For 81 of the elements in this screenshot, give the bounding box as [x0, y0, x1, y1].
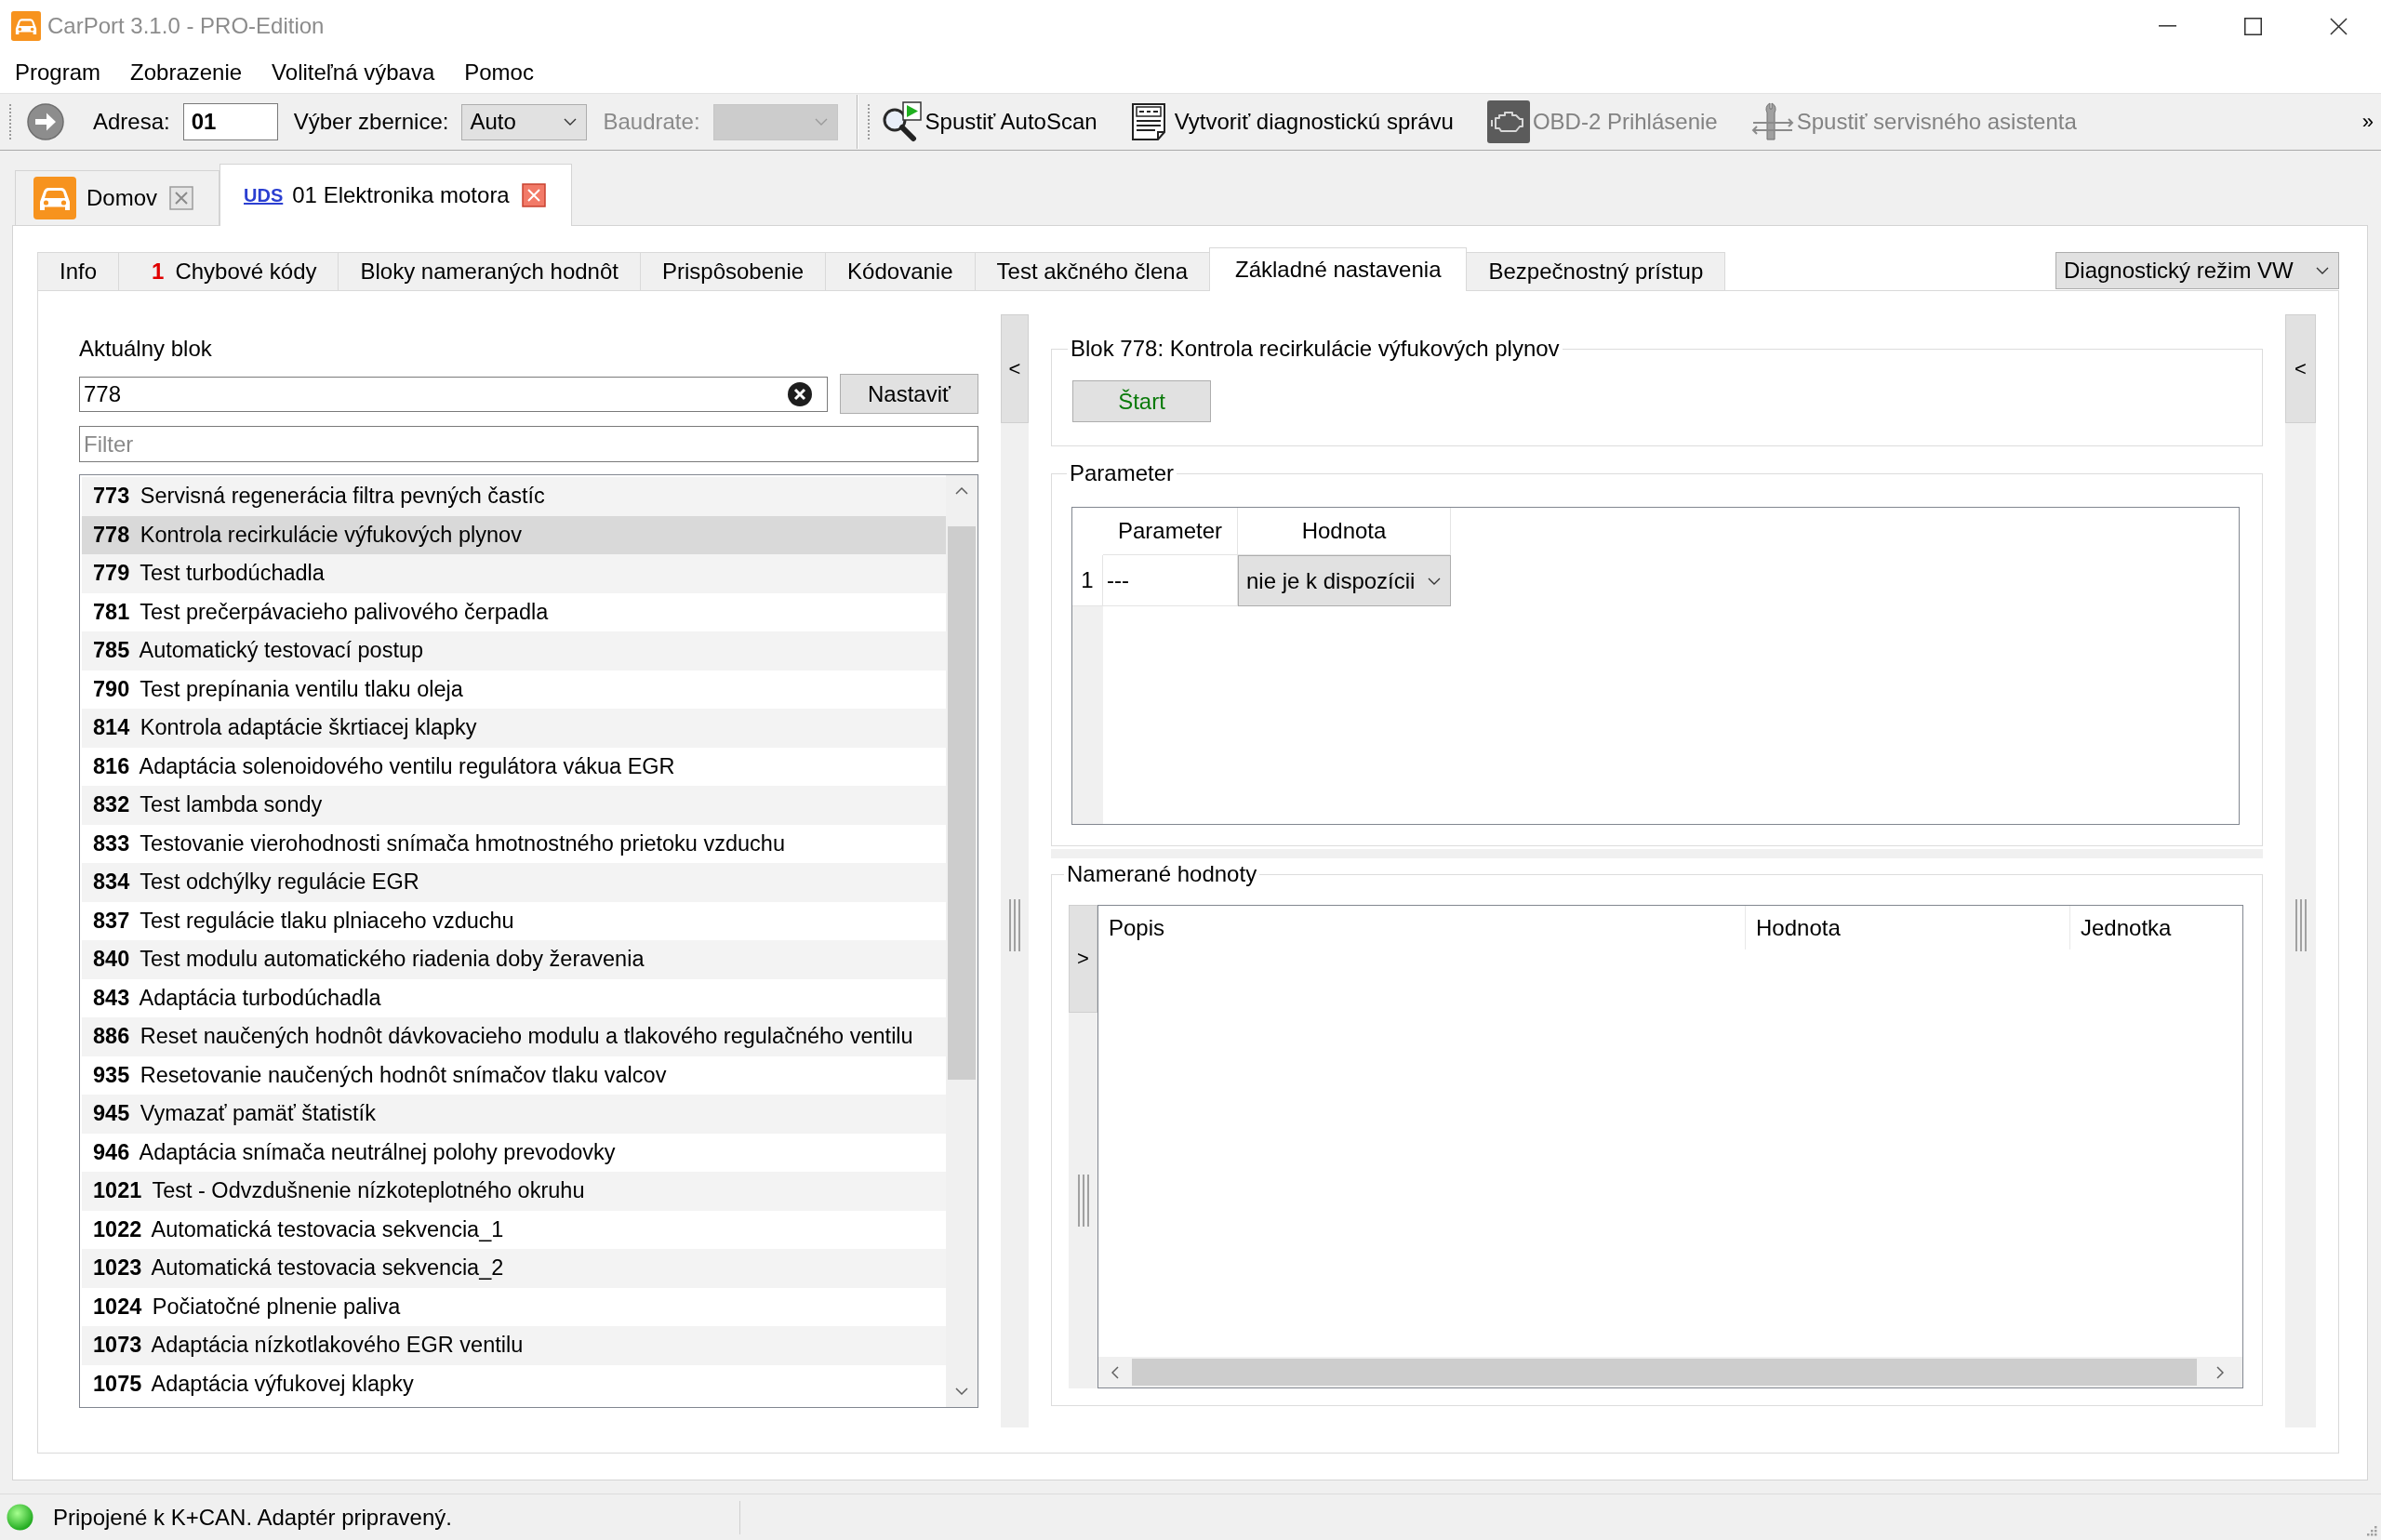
group-title: Namerané hodnoty [1066, 861, 1258, 887]
expand-button[interactable]: > [1069, 905, 1097, 1013]
menu-item[interactable]: Voliteľná výbava [257, 58, 450, 87]
caret-icon [1428, 577, 1441, 585]
column-header: Parameter [1103, 508, 1238, 555]
caret-icon [564, 118, 578, 126]
block-list-item[interactable]: 779 Test turbodúchadla [82, 554, 946, 593]
column-header: Hodnota [1746, 906, 2070, 949]
tab[interactable]: 1 Chybové kódy [118, 252, 339, 290]
grip-icon[interactable] [1008, 899, 1021, 951]
block-list-item[interactable]: 1021 Test - Odvzdušnenie nízkoteplotného okruhu [82, 1172, 946, 1211]
close-icon[interactable] [2329, 17, 2348, 35]
bus-label: Výber zbernice: [293, 109, 449, 135]
window-title: CarPort 3.1.0 - PRO-Edition [47, 13, 325, 39]
current-block-label: Aktuálny blok [79, 336, 212, 362]
block-list-item[interactable]: 1023 Automatická testovacia sekvencia_2 [82, 1249, 946, 1288]
collapse-button[interactable]: < [2285, 314, 2316, 423]
status-text: Pripojené k K+CAN. Adaptér pripravený. [53, 1504, 452, 1531]
block-list-item[interactable]: 778 Kontrola recirkulácie výfukových plynov [82, 515, 946, 554]
group-title: Parameter [1069, 460, 1176, 486]
baudrate-label: Baudrate: [603, 109, 700, 135]
block-list-item[interactable]: 945 Vymazať pamäť štatistík [82, 1095, 946, 1134]
wrench-icon [1750, 100, 1794, 143]
menu-item[interactable]: Pomoc [449, 58, 549, 87]
toolbar-button[interactable]: Spustiť AutoScan [879, 101, 1097, 142]
chevron-up-icon[interactable] [955, 487, 968, 495]
block-list-item[interactable]: 773 Servisná regenerácia filtra pevných častíc [82, 477, 946, 516]
tab[interactable]: Test akčného člena [974, 252, 1210, 290]
minimize-icon[interactable] [2158, 25, 2176, 27]
collapse-button[interactable]: < [1001, 314, 1029, 423]
block-list-item[interactable]: 886 Reset naučených hodnôt dávkovacieho modulu a tlakového regulačného ventilu [82, 1017, 946, 1056]
toolbar-button[interactable]: Vytvoriť diagnostickú správu [1130, 103, 1454, 140]
grip-icon[interactable] [866, 103, 871, 140]
column-header: Jednotka [2080, 913, 2173, 942]
car-icon [11, 11, 41, 41]
clear-icon[interactable] [787, 380, 813, 407]
tab[interactable]: Kódovanie [825, 252, 976, 290]
address-field[interactable]: 01 [182, 103, 278, 140]
document-tab[interactable]: Domov [15, 170, 220, 225]
set-button[interactable]: Nastaviť [840, 374, 978, 414]
maximize-icon[interactable] [2243, 17, 2262, 35]
start-button[interactable]: Štart [1072, 380, 1211, 422]
block-list-item[interactable]: 832 Test lambda sondy [82, 786, 946, 825]
column-header: Popis [1098, 906, 1746, 949]
block-list-item[interactable]: 840 Test modulu automatického riadenia doby žeravenia [82, 940, 946, 979]
chevron-left-icon[interactable] [1111, 1365, 1119, 1379]
tab[interactable]: Bezpečnostný prístup [1466, 252, 1726, 290]
scrollbar-thumb[interactable] [948, 526, 976, 1080]
caret-icon [814, 118, 828, 126]
mode-dropdown[interactable]: Diagnostický režim VW [2055, 252, 2339, 289]
filter-field[interactable]: Filter [79, 426, 978, 462]
chevron-right-icon[interactable] [2216, 1365, 2224, 1379]
chevron-down-icon[interactable] [955, 1387, 968, 1395]
document-tab[interactable]: UDS 01 Elektronika motora [219, 164, 572, 226]
car-icon [33, 177, 76, 219]
caret-icon [2316, 267, 2329, 274]
overflow-button[interactable]: » [2360, 110, 2375, 134]
tab[interactable]: Základné nastavenia [1209, 247, 1468, 291]
menu-item[interactable]: Program [0, 58, 116, 87]
group-title: Blok 778: Kontrola recirkulácie výfukových plynov [1070, 336, 1561, 362]
document-icon [1130, 103, 1166, 140]
grip-icon[interactable] [1076, 1175, 1090, 1227]
vertical-scrollbar[interactable] [946, 475, 978, 1407]
menu-item[interactable]: Zobrazenie [115, 58, 258, 87]
engine-icon [1486, 100, 1530, 143]
tab[interactable]: Info [37, 252, 120, 290]
bus-dropdown[interactable]: Auto [461, 103, 588, 140]
block-field[interactable]: 778 [79, 376, 828, 412]
value-dropdown[interactable]: nie je k dispozícii [1238, 555, 1451, 606]
address-label: Adresa: [93, 109, 170, 135]
block-list-item[interactable]: 785 Automatický testovací postup [82, 631, 946, 670]
block-list-item[interactable]: 834 Test odchýlky regulácie EGR [82, 863, 946, 902]
arrow-right-icon[interactable] [27, 103, 64, 140]
grip-icon[interactable] [8, 103, 12, 140]
grip-icon[interactable] [2294, 899, 2308, 951]
tab[interactable]: Prispôsobenie [640, 252, 827, 290]
block-list-item[interactable]: 1073 Adaptácia nízkotlakového EGR ventilu [82, 1326, 946, 1365]
tab[interactable]: Bloky nameraných hodnôt [338, 252, 641, 290]
horizontal-scrollbar[interactable] [1098, 1357, 2242, 1387]
block-list-item[interactable]: 814 Kontrola adaptácie škrtiacej klapky [82, 709, 946, 748]
scrollbar-thumb[interactable] [1132, 1359, 2197, 1386]
